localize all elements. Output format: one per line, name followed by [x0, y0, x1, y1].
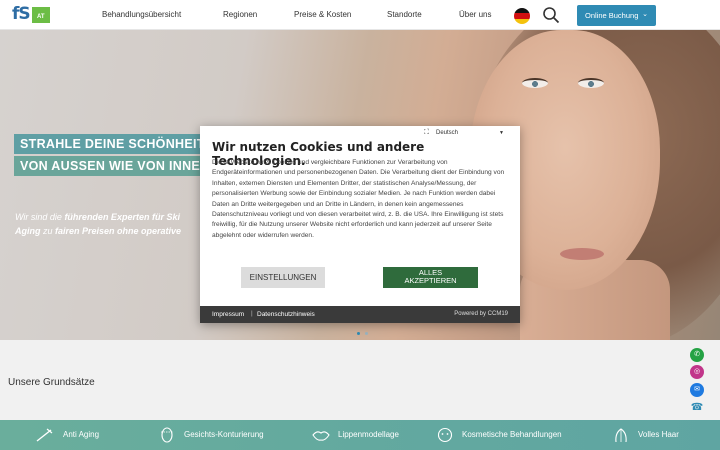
nav-regionen[interactable]: Regionen — [223, 10, 257, 19]
powered-by-link[interactable]: Powered by CCM19 — [454, 311, 508, 317]
category-label: Lippenmodellage — [338, 430, 399, 439]
hero-headline-line1: STRAHLE DEINE SCHÖNHEIT — [14, 134, 200, 154]
slider-dots — [357, 332, 371, 336]
accept-all-label-line2: AKZEPTIEREN — [404, 276, 457, 285]
datenschutz-link[interactable]: Datenschutzhinweis — [257, 311, 315, 318]
cookie-consent-dialog: ⛶ Deutsch ▼ Wir nutzen Cookies und ander… — [200, 126, 520, 323]
site-header: fS AT Behandlungsübersicht Regionen Prei… — [0, 0, 720, 30]
chevron-down-icon: ▼ — [499, 130, 504, 136]
nav-behandlungsuebersicht[interactable]: Behandlungsübersicht — [102, 10, 181, 19]
category-label: Volles Haar — [638, 430, 679, 439]
messenger-icon[interactable]: ✉ — [690, 383, 704, 397]
accept-all-button[interactable]: ALLES AKZEPTIEREN — [383, 267, 478, 288]
footer-separator: | — [251, 310, 253, 317]
impressum-link[interactable]: Impressum — [212, 311, 244, 318]
treatment-category-bar: Anti Aging Gesichts-Konturierung Lippenm… — [0, 420, 720, 450]
slider-dot[interactable] — [365, 332, 368, 335]
category-label: Gesichts-Konturierung — [184, 430, 264, 439]
de-flag-icon[interactable] — [514, 8, 530, 24]
search-icon[interactable] — [542, 6, 560, 24]
syringe-icon — [36, 428, 53, 442]
hero-headline-line2: VON AUSSEN WIE VON INNE — [14, 156, 200, 176]
whatsapp-icon[interactable]: ✆ — [690, 348, 704, 362]
nav-preise-kosten[interactable]: Preise & Kosten — [294, 10, 351, 19]
face-contour-icon — [161, 427, 173, 443]
hair-icon — [615, 428, 627, 443]
hero-subtitle-bold: fairen Preisen ohne operative — [55, 226, 182, 236]
hero-subtitle-part: Wir sind die — [15, 212, 65, 222]
cookie-settings-button[interactable]: EINSTELLUNGEN — [241, 267, 325, 288]
cookie-dialog-footer: Impressum | Datenschutzhinweis Powered b… — [200, 306, 520, 323]
logo-text: fS — [12, 4, 31, 24]
hero-image-lips — [560, 248, 604, 260]
cosmetic-face-icon — [437, 427, 453, 443]
nav-ueber-uns[interactable]: Über uns — [459, 10, 491, 19]
chevron-down-icon: ⌄ — [642, 11, 648, 18]
online-booking-button[interactable]: Online Buchung ⌄ — [577, 5, 656, 26]
language-select[interactable]: ⛶ Deutsch ▼ — [424, 129, 506, 139]
instagram-icon[interactable]: ◎ — [690, 365, 704, 379]
nav-standorte[interactable]: Standorte — [387, 10, 422, 19]
hero-subtitle: Wir sind die führenden Experten für Ski … — [15, 210, 205, 238]
slider-dot-active[interactable] — [357, 332, 360, 335]
language-select-value: Deutsch — [436, 130, 459, 136]
hero-subtitle-bold: führenden Experten für Ski — [64, 212, 180, 222]
online-booking-label: Online Buchung — [585, 11, 639, 20]
hero-subtitle-bold: Aging — [15, 226, 41, 236]
site-logo[interactable]: fS AT — [12, 4, 50, 25]
logo-suffix: AT — [37, 14, 45, 20]
lips-icon — [312, 431, 330, 441]
hero-subtitle-part: zu — [40, 226, 56, 236]
hero-image-eye-right — [578, 78, 604, 88]
category-label: Kosmetische Behandlungen — [462, 430, 562, 439]
category-label: Anti Aging — [63, 430, 100, 439]
section-title: Unsere Grundsätze — [8, 377, 95, 388]
translate-icon: ⛶ — [424, 129, 429, 136]
phone-icon[interactable]: ☎ — [690, 401, 704, 415]
hero-image-eye-left — [522, 78, 548, 88]
cookie-dialog-text: Diese Website nutzt Cookies und vergleic… — [212, 159, 505, 239]
